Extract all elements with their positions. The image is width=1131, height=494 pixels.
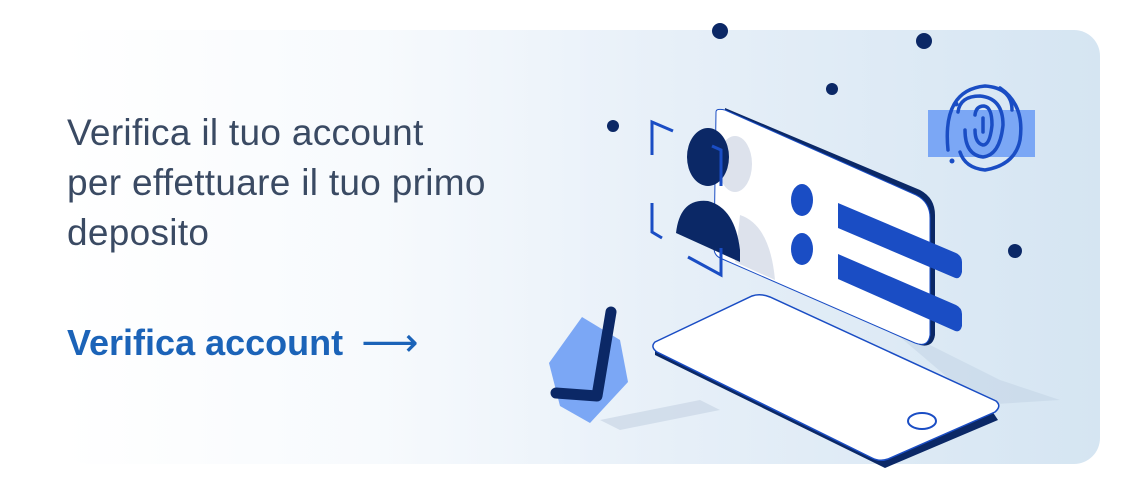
fingerprint-icon xyxy=(928,84,1035,172)
identity-verification-illustration xyxy=(549,23,1060,468)
identity-card-icon xyxy=(650,108,962,346)
checkmark-icon xyxy=(549,306,628,423)
